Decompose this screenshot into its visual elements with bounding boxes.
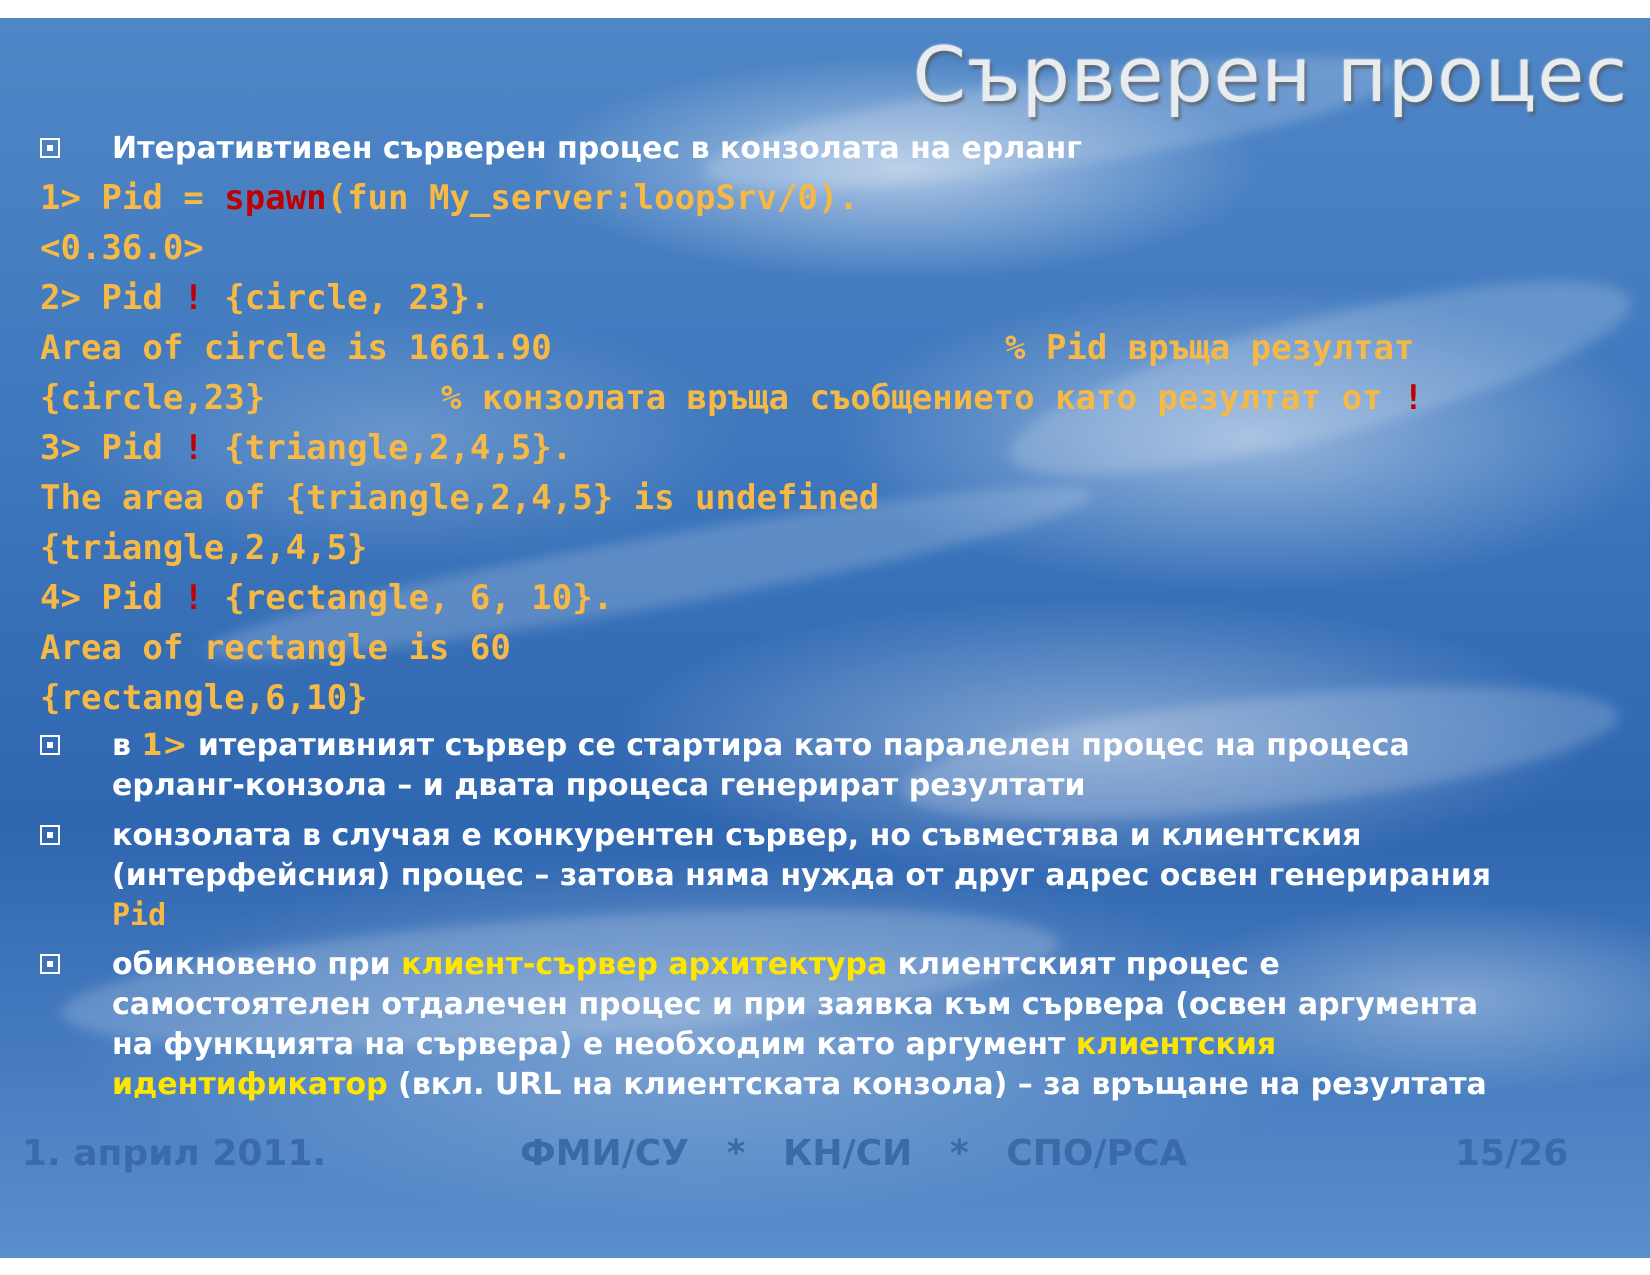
text: на функцията на сървера) е необходим кат…	[112, 1027, 1076, 1062]
bullet-4-line-4: идентификатор (вкл. URL на клиентската к…	[112, 1065, 1487, 1105]
slide: Сърверен процес Итеративтивен сърверен п…	[0, 18, 1650, 1258]
slide-title: Сърверен процес	[912, 30, 1628, 119]
bullet-2-text: в 1> итеративният сървер се стартира кат…	[112, 726, 1410, 806]
footer-center: ФМИ/СУ * КН/СИ * СПО/РСА	[520, 1133, 1188, 1174]
highlight-text: идентификатор	[112, 1067, 388, 1102]
bullet-square-icon	[40, 735, 60, 755]
highlight-text: клиентския	[1075, 1027, 1277, 1062]
code-text: {triangle,2,4,5}.	[203, 428, 573, 468]
bullet-2: в 1> итеративният сървер се стартира кат…	[40, 726, 1630, 806]
code-keyword-spawn: spawn	[224, 178, 327, 218]
code-line-7: The area of {triangle,2,4,5} is undefine…	[40, 478, 880, 518]
code-line-8: {triangle,2,4,5}	[40, 528, 368, 568]
footer-page-number: 15/26	[1455, 1133, 1569, 1174]
code-bang-operator: !	[183, 428, 204, 468]
bullet-3-text: конзолата в случая е конкурентен сървер,…	[112, 816, 1491, 936]
bullet-4-text: обикновено при клиент-сървер архитектура…	[112, 945, 1487, 1105]
code-line-10: Area of rectangle is 60	[40, 628, 511, 668]
text: обикновено при	[112, 947, 402, 982]
bullet-4-line-1: обикновено при клиент-сървер архитектура…	[112, 945, 1487, 985]
bullet-3: конзолата в случая е конкурентен сървер,…	[40, 816, 1630, 936]
bullet-4: обикновено при клиент-сървер архитектура…	[40, 945, 1630, 1105]
bullet-2-line-2: ерланг-конзола – и двата процеса генерир…	[112, 768, 1086, 803]
code-line-11: {rectangle,6,10}	[40, 678, 368, 718]
code-line-1: 1> Pid = spawn(fun My_server:loopSrv/0).	[40, 173, 859, 223]
bullet-4-line-2: самостоятелен отдалечен процес и при зая…	[112, 987, 1479, 1022]
code-line-3: 2> Pid ! {circle, 23}.	[40, 273, 490, 323]
code-bang-operator: !	[1403, 378, 1424, 418]
code-prompt: 1> Pid =	[40, 178, 225, 218]
inline-code: 1>	[141, 728, 188, 763]
code-prompt: 4> Pid	[40, 578, 184, 618]
bullet-2-line-1: в 1> итеративният сървер се стартира кат…	[112, 726, 1410, 766]
code-comment-1: % Pid връща резултат	[1005, 328, 1415, 368]
footer-date: 1. април 2011.	[22, 1133, 327, 1174]
code-line-4: Area of circle is 1661.90	[40, 328, 552, 368]
code-line-9: 4> Pid ! {rectangle, 6, 10}.	[40, 573, 613, 623]
bullet-intro-text: Итеративтивен сърверен процес в конзолат…	[112, 131, 1082, 166]
code-text: (fun My_server:loopSrv/0).	[326, 178, 859, 218]
text: клиентският процес е	[887, 947, 1280, 982]
code-line-5: {circle,23}	[40, 378, 266, 418]
code-bang-operator: !	[183, 278, 204, 318]
text: (вкл. URL на клиентската конзола) – за в…	[387, 1067, 1487, 1102]
code-line-2: <0.36.0>	[40, 228, 204, 268]
code-text: {rectangle, 6, 10}.	[203, 578, 614, 618]
bullet-square-icon	[40, 954, 60, 974]
code-text: {circle, 23}.	[203, 278, 491, 318]
bullet-3-line-2: (интерфейсния) процес – затова няма нужд…	[112, 858, 1491, 893]
inline-code-pid: Pid	[112, 898, 167, 933]
code-line-6: 3> Pid ! {triangle,2,4,5}.	[40, 423, 572, 473]
bullet-3-line-1: конзолата в случая е конкурентен сървер,…	[112, 818, 1362, 853]
code-comment-text: % конзолата връща съобщението като резул…	[441, 378, 1404, 418]
code-comment-2: % конзолата връща съобщението като резул…	[441, 373, 1424, 423]
code-prompt: 3> Pid	[40, 428, 184, 468]
text: в	[112, 728, 142, 763]
highlight-text: клиент-сървер архитектура	[401, 947, 888, 982]
bullet-square-icon	[40, 138, 60, 158]
bullet-4-line-3: на функцията на сървера) е необходим кат…	[112, 1025, 1487, 1065]
bullet-square-icon	[40, 825, 60, 845]
bullet-intro: Итеративтивен сърверен процес в конзолат…	[40, 129, 1630, 169]
code-prompt: 2> Pid	[40, 278, 184, 318]
text: итеративният сървер се стартира като пар…	[187, 728, 1410, 763]
code-bang-operator: !	[183, 578, 204, 618]
